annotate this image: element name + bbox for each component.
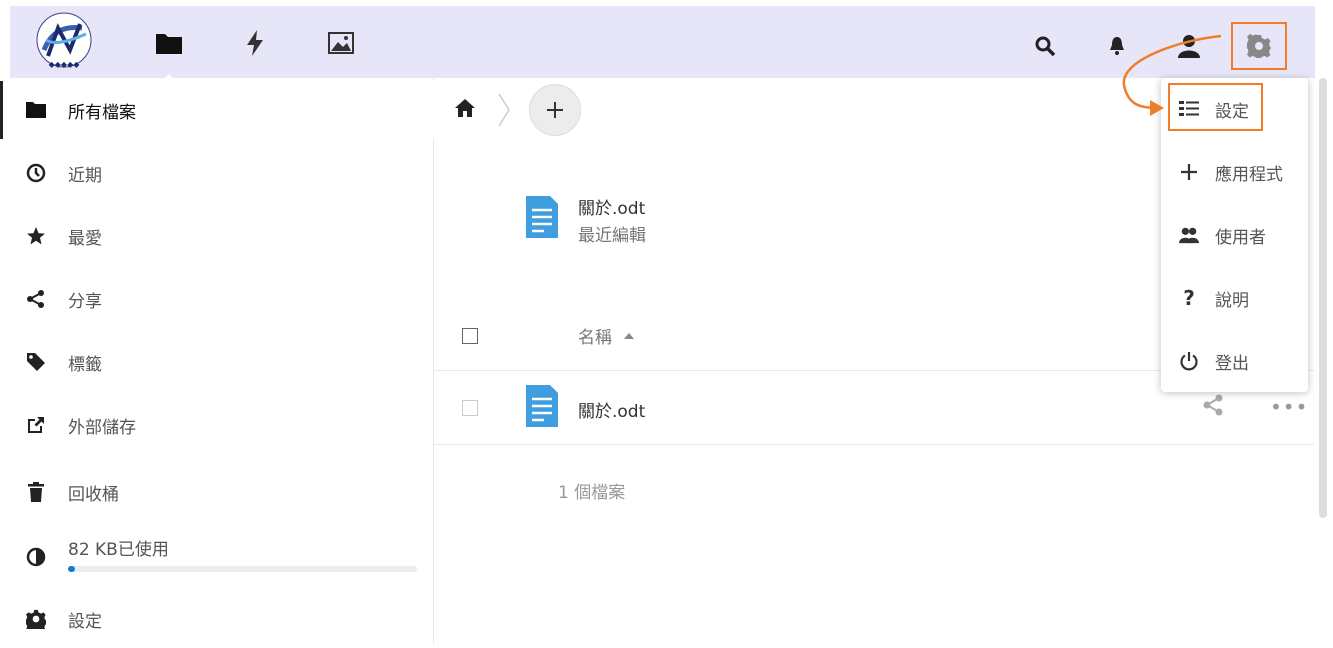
clock-icon	[24, 161, 48, 185]
trash-icon	[24, 480, 48, 504]
tag-icon	[24, 350, 48, 374]
sidebar-item-label: 外部儲存	[68, 417, 136, 438]
file-name[interactable]: 關於.odt	[578, 397, 645, 422]
share-icon[interactable]	[1202, 393, 1224, 417]
ndc-logo[interactable]: ◆◆◆◆◆	[32, 10, 96, 74]
star-icon	[24, 224, 48, 248]
users-icon	[1179, 225, 1199, 245]
menu-item-label: 說明	[1215, 290, 1249, 311]
sidebar-item-shares[interactable]: 分享	[0, 270, 432, 328]
sidebar-item-label: 回收桶	[68, 484, 119, 505]
share-icon	[24, 287, 48, 311]
quota-label: 82 KB已使用	[68, 540, 169, 560]
new-file-button[interactable]	[529, 84, 581, 136]
bell-icon[interactable]	[1095, 24, 1139, 68]
svg-text:◆◆◆◆◆: ◆◆◆◆◆	[49, 60, 81, 69]
breadcrumb-separator	[498, 93, 510, 127]
menu-item-label: 使用者	[1215, 227, 1266, 248]
sidebar-item-label: 分享	[68, 291, 102, 312]
gear-icon	[24, 607, 48, 631]
external-icon	[24, 413, 48, 437]
quota-pie-icon	[24, 545, 48, 569]
sidebar-item-tags[interactable]: 標籤	[0, 333, 432, 391]
select-all-checkbox[interactable]	[462, 328, 478, 344]
sidebar-item-trash[interactable]: 回收桶	[0, 463, 432, 521]
settings-menu-button[interactable]	[1231, 22, 1287, 70]
sidebar-quota: 82 KB已使用	[0, 527, 432, 585]
files-app-folder-icon[interactable]	[150, 24, 188, 82]
gear-icon	[1247, 34, 1271, 58]
folder-icon	[24, 98, 48, 122]
file-count-summary: 1 個檔案	[558, 483, 626, 503]
breadcrumb-home-icon[interactable]	[454, 98, 476, 122]
settings-highlight-box	[1168, 83, 1263, 131]
sidebar-item-favorites[interactable]: 最愛	[0, 207, 432, 265]
image-icon[interactable]	[322, 24, 360, 62]
sidebar-settings-label: 設定	[68, 611, 102, 632]
menu-item-help[interactable]: ? 說明	[1161, 268, 1308, 328]
top-header: ◆◆◆◆◆	[10, 6, 1315, 82]
sidebar-item-all-files[interactable]: 所有檔案	[0, 81, 435, 139]
help-icon: ?	[1183, 286, 1195, 310]
power-icon	[1179, 351, 1199, 371]
sidebar-item-label: 標籤	[68, 354, 102, 375]
menu-item-logout[interactable]: 登出	[1161, 331, 1308, 391]
sidebar-item-recent[interactable]: 近期	[0, 144, 432, 202]
quota-progress-bar	[68, 566, 417, 572]
scrollbar[interactable]	[1319, 78, 1327, 518]
recent-file-name: 關於.odt	[578, 199, 646, 219]
search-icon[interactable]	[1023, 24, 1067, 68]
sidebar: 所有檔案 近期 最愛 分享 標籤 外部儲存 回收桶 82 KB已使用 設定	[0, 78, 435, 644]
column-name-label: 名稱	[578, 328, 612, 348]
recent-file-card[interactable]: 關於.odt 最近編輯	[524, 194, 784, 254]
menu-item-users[interactable]: 使用者	[1161, 205, 1308, 265]
document-icon	[526, 385, 558, 427]
plus-icon	[547, 102, 563, 118]
settings-dropdown-menu: 設定 應用程式 使用者 ? 說明 登出	[1161, 78, 1308, 392]
sidebar-item-external-storage[interactable]: 外部儲存	[0, 396, 432, 454]
sidebar-item-label: 最愛	[68, 228, 102, 249]
plus-icon	[1179, 162, 1199, 182]
sort-ascending-icon	[624, 332, 634, 339]
sort-by-name-header[interactable]: 名稱	[578, 323, 634, 348]
recent-file-subtitle: 最近編輯	[578, 226, 646, 246]
menu-item-apps[interactable]: 應用程式	[1161, 142, 1308, 202]
document-icon	[526, 196, 558, 238]
sidebar-item-label: 所有檔案	[68, 102, 136, 123]
sidebar-settings[interactable]: 設定	[0, 590, 432, 648]
menu-item-label: 應用程式	[1215, 164, 1283, 185]
menu-item-label: 登出	[1215, 353, 1249, 374]
activity-icon[interactable]	[236, 24, 274, 62]
more-actions-icon[interactable]: •••	[1270, 395, 1308, 419]
row-checkbox[interactable]	[462, 400, 478, 416]
contacts-icon[interactable]	[1167, 24, 1211, 68]
sidebar-item-label: 近期	[68, 165, 102, 186]
